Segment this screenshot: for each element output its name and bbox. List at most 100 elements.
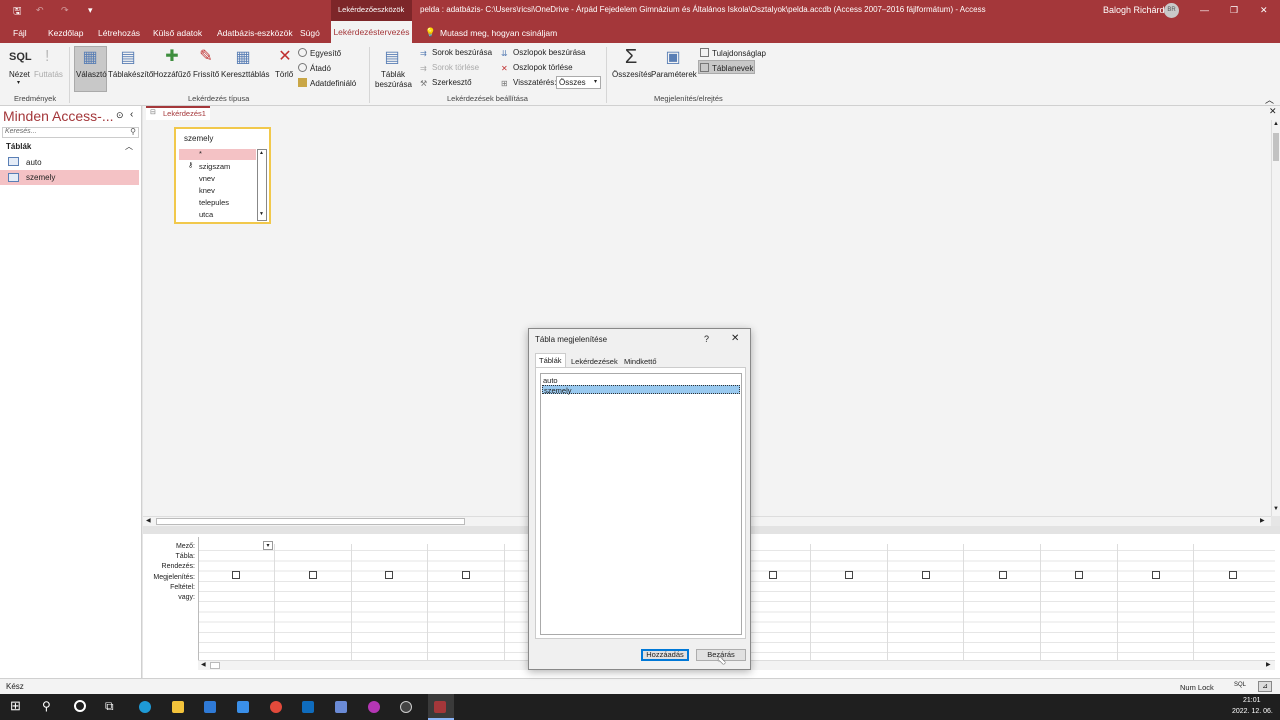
run-icon[interactable]: ! <box>45 48 49 66</box>
field-list-scrollbar[interactable]: ▲ ▼ <box>257 149 267 221</box>
tab-lekerdezesek[interactable]: Lekérdezések <box>571 357 618 366</box>
minimize-icon[interactable]: — <box>1200 5 1209 15</box>
close-window-icon[interactable]: ✕ <box>1260 5 1268 16</box>
show-checkbox[interactable] <box>845 571 853 579</box>
sql-view-icon[interactable]: SQL <box>9 51 32 63</box>
outlook-icon[interactable] <box>302 701 314 713</box>
property-sheet-button[interactable]: Tulajdonságlap <box>700 48 766 58</box>
field-telepules[interactable]: telepules <box>199 198 229 207</box>
close-document-icon[interactable]: ✕ <box>1269 106 1277 117</box>
show-checkbox[interactable] <box>385 571 393 579</box>
nav-collapse-icon[interactable]: ‹ <box>130 109 133 120</box>
tab-adatbazis-eszkozok[interactable]: Adatbázis-eszközök <box>217 28 293 38</box>
pass-through-button[interactable]: Átadó <box>298 63 331 73</box>
save-icon[interactable]: 🖫 <box>13 4 22 21</box>
tell-me-box[interactable]: Mutasd meg, hogyan csináljam <box>440 28 557 38</box>
show-table-button[interactable]: Táblák <box>381 70 405 79</box>
field-all[interactable]: * <box>179 149 256 160</box>
scroll-thumb[interactable] <box>1273 133 1279 161</box>
tab-letrehozas[interactable]: Létrehozás <box>98 28 140 38</box>
tab-kulso-adatok[interactable]: Külső adatok <box>153 28 202 38</box>
nav-pane-title[interactable]: Minden Access-... <box>3 108 114 124</box>
union-button[interactable]: Egyesítő <box>298 48 341 58</box>
section-collapse-icon[interactable]: ︿ <box>125 141 133 152</box>
show-checkbox[interactable] <box>232 571 240 579</box>
update-button[interactable]: Frissítő <box>193 70 219 79</box>
vertical-scrollbar[interactable]: ▲ ▼ <box>1271 120 1280 516</box>
show-checkbox[interactable] <box>999 571 1007 579</box>
tab-lekerdezestervezes[interactable]: Lekérdezéstervezés <box>331 21 412 43</box>
field-szigszam[interactable]: szigszam <box>199 162 230 171</box>
scroll-up-icon[interactable]: ▲ <box>1273 121 1279 127</box>
cortana-icon[interactable] <box>74 700 86 712</box>
scroll-thumb[interactable] <box>210 662 220 669</box>
list-item[interactable]: auto <box>542 376 740 385</box>
data-definition-button[interactable]: Adatdefiniáló <box>298 78 356 88</box>
store-icon[interactable] <box>204 701 216 713</box>
windows-start-icon[interactable]: ⊞ <box>10 698 21 714</box>
task-view-icon[interactable]: ⧉ <box>105 699 114 714</box>
field-list-title[interactable]: szemely <box>184 134 213 143</box>
sql-view-status-button[interactable]: SQL <box>1234 682 1246 688</box>
help-icon[interactable]: ? <box>704 334 709 344</box>
media-app-icon[interactable] <box>368 701 380 713</box>
field-dropdown-chevron-icon[interactable]: ▾ <box>263 541 273 550</box>
field-utca[interactable]: utca <box>199 210 213 219</box>
table-field-list[interactable]: szemely * ⚷ szigszam vnev knev telepules… <box>174 127 271 224</box>
restore-icon[interactable]: ❐ <box>1230 5 1238 16</box>
nav-search-input[interactable]: Keresés... ⚲ <box>2 127 139 138</box>
delete-columns-button[interactable]: ✕ Oszlopok törlése <box>501 63 573 73</box>
return-select[interactable]: Összes ▾ <box>556 76 601 89</box>
delete-rows-button[interactable]: ⇉ Sorok törlése <box>420 63 479 73</box>
show-checkbox[interactable] <box>769 571 777 579</box>
tab-kezdolap[interactable]: Kezdőlap <box>48 28 83 38</box>
file-explorer-icon[interactable] <box>172 701 184 713</box>
show-checkbox[interactable] <box>462 571 470 579</box>
chrome-icon[interactable] <box>270 701 282 713</box>
collapse-ribbon-icon[interactable]: ︿ <box>1265 93 1274 106</box>
search-icon[interactable]: ⚲ <box>42 699 51 713</box>
nav-item-szemely[interactable]: szemely <box>0 170 139 185</box>
parameters-button[interactable]: Paraméterek <box>651 70 697 79</box>
show-checkbox[interactable] <box>922 571 930 579</box>
show-checkbox[interactable] <box>1152 571 1160 579</box>
scroll-thumb[interactable] <box>156 518 465 525</box>
scroll-left-icon[interactable]: ◀ <box>146 517 151 524</box>
run-button[interactable]: Futtatás <box>34 70 63 79</box>
search-icon[interactable]: ⚲ <box>130 127 136 136</box>
view-button[interactable]: Nézet <box>9 70 30 79</box>
show-checkbox[interactable] <box>1075 571 1083 579</box>
builder-button[interactable]: ⚒ Szerkesztő <box>420 78 472 88</box>
list-item[interactable]: szemely <box>542 385 740 395</box>
nav-section-tables[interactable]: Táblák <box>6 142 31 151</box>
view-dropdown-icon[interactable]: ▾ <box>17 79 20 86</box>
scroll-down-icon[interactable]: ▼ <box>1273 506 1279 512</box>
tab-mindketto[interactable]: Mindkettő <box>624 357 657 366</box>
doc-tab-query1[interactable]: ⊟ Lekérdezés1 <box>146 106 210 120</box>
customize-qat-icon[interactable]: ▾ <box>88 5 93 16</box>
field-knev[interactable]: knev <box>199 186 215 195</box>
save-app-icon[interactable] <box>335 701 347 713</box>
edge-icon[interactable] <box>139 701 151 713</box>
tab-fajl[interactable]: Fájl <box>13 28 27 38</box>
insert-columns-button[interactable]: ⇊ Oszlopok beszúrása <box>501 48 585 58</box>
append-button[interactable]: Hozzáfűző <box>153 70 191 79</box>
delete-query-button[interactable]: Törlő <box>275 70 293 79</box>
scroll-right-icon[interactable]: ▶ <box>1266 661 1271 668</box>
mail-icon[interactable] <box>237 701 249 713</box>
close-icon[interactable]: ✕ <box>731 333 739 344</box>
table-list[interactable]: auto szemely <box>540 373 742 635</box>
insert-rows-button[interactable]: ⇉ Sorok beszúrása <box>420 48 492 58</box>
make-table-button[interactable]: Táblakészítő <box>108 70 153 79</box>
crosstab-button[interactable]: Kereszttáblás <box>221 70 269 79</box>
show-checkbox[interactable] <box>1229 571 1237 579</box>
tab-sugo[interactable]: Súgó <box>300 28 320 38</box>
nav-menu-icon[interactable]: ⊙ <box>116 110 124 121</box>
undo-icon[interactable]: ↶ <box>36 5 44 16</box>
nav-item-auto[interactable]: auto <box>0 155 139 170</box>
design-view-status-icon[interactable]: ⊿ <box>1258 681 1272 692</box>
clock-time[interactable]: 21:01 <box>1243 697 1261 704</box>
scroll-down-icon[interactable]: ▼ <box>259 211 264 217</box>
totals-button[interactable]: Összesítés <box>612 70 652 79</box>
user-avatar[interactable]: BR <box>1164 3 1179 18</box>
